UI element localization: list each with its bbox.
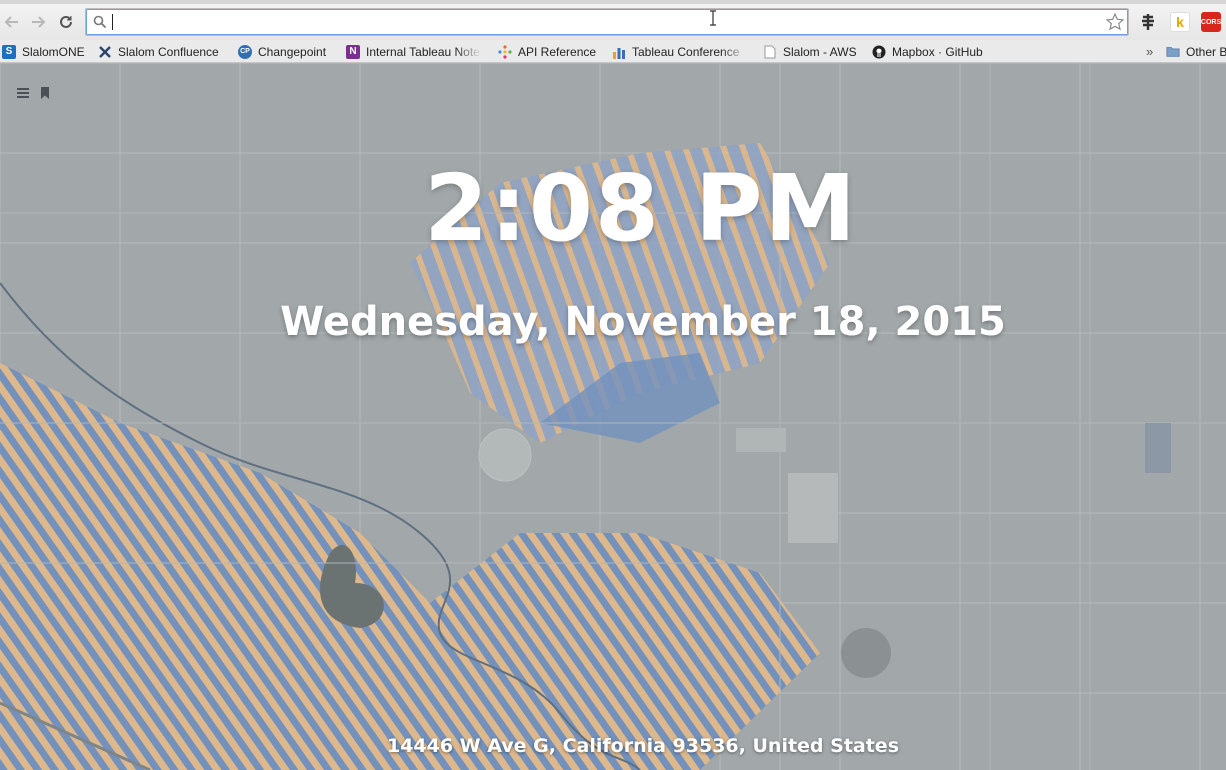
- tab-strip-edge: [0, 0, 1226, 4]
- forward-button[interactable]: [28, 12, 48, 32]
- extension-k-button[interactable]: k: [1170, 12, 1190, 32]
- bookmark-label: API Reference: [518, 44, 597, 59]
- bookmark-changepoint[interactable]: CP Changepoint: [238, 42, 326, 61]
- reload-icon: [60, 15, 72, 28]
- bar-chart-icon: [612, 45, 626, 59]
- dots-icon: [498, 44, 512, 59]
- other-bookmarks-label: Other B: [1186, 44, 1226, 59]
- bookmark-api-reference[interactable]: API Reference: [498, 42, 596, 61]
- search-icon: [93, 15, 107, 29]
- bookmark-slalom-aws[interactable]: Slalom - AWS: [763, 42, 857, 61]
- page-controls: [16, 87, 50, 99]
- omnibox[interactable]: [85, 8, 1129, 36]
- bookmark-label: Slalom Confluence: [118, 44, 219, 59]
- extension-tree-button[interactable]: [1138, 12, 1158, 32]
- changepoint-icon: CP: [238, 44, 252, 59]
- bookmark-tableau-conference[interactable]: Tableau Conference: [612, 42, 748, 61]
- folder-icon: [1166, 45, 1180, 59]
- bookmarks-overflow-button[interactable]: »: [1146, 42, 1153, 61]
- omnibox-input[interactable]: [110, 12, 1100, 32]
- bookmark-label: Changepoint: [258, 44, 327, 59]
- hamburger-menu-icon[interactable]: [16, 87, 30, 99]
- extension-cors-button[interactable]: CORS: [1201, 12, 1221, 32]
- bookmark-internal-tableau-note[interactable]: N Internal Tableau Note: [346, 42, 482, 61]
- cors-extension-label: CORS: [1200, 18, 1222, 26]
- slalom-s-icon: S: [2, 44, 16, 59]
- bookmarks-bar: S SlalomONE Slalom Confluence CP Changep…: [0, 40, 1226, 63]
- reload-button[interactable]: [56, 12, 76, 32]
- forward-arrow-icon: [32, 16, 46, 28]
- bookmark-mapbox-github[interactable]: Mapbox · GitHub: [872, 42, 983, 61]
- bookmark-label: Mapbox · GitHub: [892, 44, 983, 59]
- browser-toolbar: k CORS: [0, 0, 1226, 40]
- bookmark-icon[interactable]: [40, 87, 50, 99]
- confluence-icon: [98, 45, 112, 59]
- bookmark-slalomone[interactable]: S SlalomONE: [2, 42, 85, 61]
- text-caret: [112, 14, 113, 30]
- back-arrow-icon: [4, 16, 18, 28]
- other-bookmarks-folder[interactable]: Other B: [1166, 42, 1226, 61]
- bookmark-label: Tableau Conference: [632, 44, 740, 59]
- clock-time: 2:08 PM: [424, 155, 858, 262]
- ibeam-cursor-icon: [710, 10, 716, 26]
- tree-extension-icon: [1142, 14, 1154, 30]
- back-button[interactable]: [2, 12, 22, 32]
- bookmark-slalom-confluence[interactable]: Slalom Confluence: [98, 42, 219, 61]
- page-icon: [763, 45, 777, 59]
- bookmark-label: SlalomONE: [22, 44, 85, 59]
- bookmark-label: Internal Tableau Note: [366, 44, 480, 59]
- k-extension-icon: k: [1176, 14, 1184, 30]
- bookmark-label: Slalom - AWS: [783, 44, 857, 59]
- map-location-address: 14446 W Ave G, California 93536, United …: [386, 735, 900, 757]
- bookmark-star-icon[interactable]: [1105, 12, 1125, 32]
- new-tab-page: 2:08 PM Wednesday, November 18, 2015 144…: [0, 63, 1226, 770]
- current-date: Wednesday, November 18, 2015: [280, 299, 1006, 345]
- overflow-chevron-label: »: [1146, 44, 1154, 59]
- github-icon: [872, 45, 886, 59]
- onenote-icon: N: [346, 44, 360, 59]
